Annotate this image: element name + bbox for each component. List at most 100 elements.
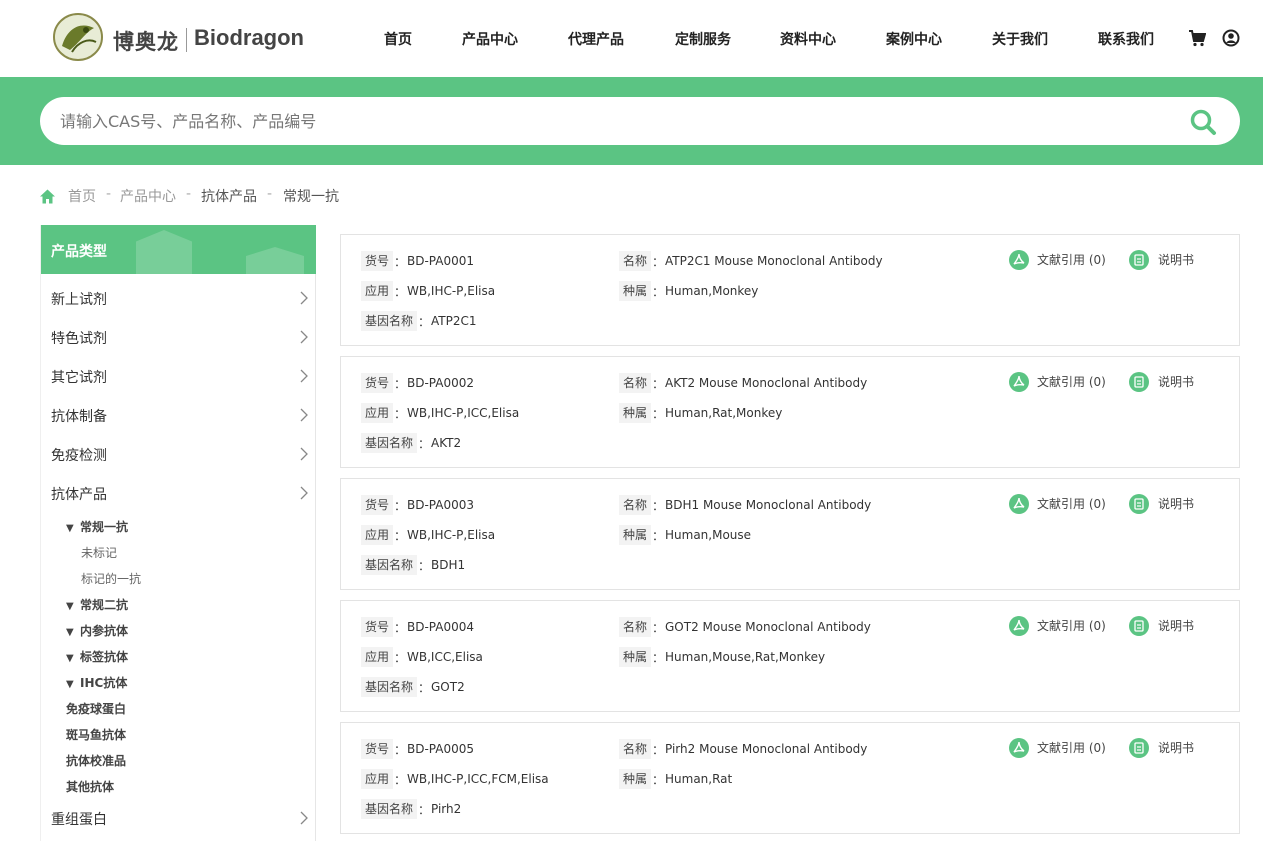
sidebar-sub-loading-control[interactable]: ▼ 内参抗体 [66, 622, 128, 639]
label-colon: ： [394, 529, 407, 543]
search-input[interactable] [60, 97, 1160, 145]
product-species: Human,Monkey [665, 284, 759, 298]
sidebar-sub-labeled-primary[interactable]: 标记的一抗 [81, 570, 141, 587]
gene-label: 基因名称 [361, 677, 418, 697]
sidebar-item-label: 抗体制备 [51, 409, 107, 425]
sidebar-item-other-reagents[interactable]: 其它试剂 [51, 365, 309, 389]
breadcrumb-antibody-products[interactable]: 抗体产品 [201, 186, 257, 206]
species-label: 种属 [619, 769, 652, 789]
nav-cases[interactable]: 案例中心 [886, 29, 942, 49]
product-card[interactable]: 货号： BD-PA0003 名称： BDH1 Mouse Monoclonal Ant… [340, 478, 1240, 590]
nav-agency-products[interactable]: 代理产品 [568, 29, 624, 49]
name-label: 名称 [619, 739, 652, 759]
product-applications: WB,IHC-P,Elisa [407, 284, 496, 298]
nav-resources[interactable]: 资料中心 [780, 29, 836, 49]
nav-custom-service[interactable]: 定制服务 [675, 29, 731, 49]
manual-link[interactable]: 说明书 [1158, 616, 1194, 636]
user-icon[interactable] [1222, 29, 1240, 47]
breadcrumb-separator: - [267, 186, 273, 202]
sidebar-item-recombinant-protein[interactable]: 重组蛋白 [51, 807, 309, 831]
name-label: 名称 [619, 495, 652, 515]
cart-icon[interactable] [1188, 29, 1206, 47]
sku-label: 货号 [361, 739, 394, 759]
product-name-link[interactable]: Pirh2 Mouse Monoclonal Antibody [665, 739, 867, 759]
manual-link[interactable]: 说明书 [1158, 372, 1194, 392]
manual-icon[interactable] [1129, 372, 1149, 392]
breadcrumb-separator: - [186, 186, 192, 202]
sidebar-sub-primary-antibody[interactable]: ▼ 常规一抗 [66, 518, 128, 535]
label-colon: ： [652, 529, 665, 543]
manual-link[interactable]: 说明书 [1158, 494, 1194, 514]
gene-label: 基因名称 [361, 555, 418, 575]
search-band [0, 77, 1263, 165]
nav-contact[interactable]: 联系我们 [1098, 29, 1154, 49]
manual-icon[interactable] [1129, 250, 1149, 270]
citations-link[interactable]: 文献引用 (0) [1037, 616, 1106, 636]
product-sku: BD-PA0002 [407, 376, 475, 390]
sidebar-item-featured-reagents[interactable]: 特色试剂 [51, 326, 309, 350]
biodragon-logo-icon[interactable] [52, 12, 104, 62]
manual-icon[interactable] [1129, 738, 1149, 758]
home-icon[interactable] [40, 189, 55, 204]
name-label: 名称 [619, 373, 652, 393]
pdf-icon[interactable] [1009, 372, 1029, 392]
label-colon: ： [394, 743, 407, 757]
sidebar-item-immunoassay[interactable]: 免疫检测 [51, 443, 309, 467]
product-species: Human,Rat,Monkey [665, 406, 783, 420]
product-card[interactable]: 货号： BD-PA0004 名称： GOT2 Mouse Monoclonal Ant… [340, 600, 1240, 712]
citations-link[interactable]: 文献引用 (0) [1037, 738, 1106, 758]
product-card[interactable]: 货号： BD-PA0005 名称： Pirh2 Mouse Monoclonal An… [340, 722, 1240, 834]
label-colon: ： [652, 743, 665, 757]
sidebar-header-decoration [136, 230, 192, 274]
sidebar-item-antibody-products[interactable]: 抗体产品 [51, 482, 309, 506]
label-colon: ： [418, 681, 431, 695]
name-label: 名称 [619, 251, 652, 271]
citations-link[interactable]: 文献引用 (0) [1037, 250, 1106, 270]
citations-link[interactable]: 文献引用 (0) [1037, 372, 1106, 392]
breadcrumb-home[interactable]: 首页 [68, 186, 96, 206]
search-icon[interactable] [1188, 107, 1218, 137]
pdf-icon[interactable] [1009, 250, 1029, 270]
product-card[interactable]: 货号： BD-PA0001 名称： ATP2C1 Mouse Monoclonal A… [340, 234, 1240, 346]
sidebar-sub-label: 常规二抗 [80, 598, 129, 612]
sidebar-sub-antibody-calibrator[interactable]: 抗体校准品 [66, 752, 126, 769]
pdf-icon[interactable] [1009, 738, 1029, 758]
product-name-link[interactable]: AKT2 Mouse Monoclonal Antibody [665, 373, 867, 393]
manual-link[interactable]: 说明书 [1158, 738, 1194, 758]
sidebar-sub-other-antibody[interactable]: 其他抗体 [66, 778, 114, 795]
sidebar-item-antibody-preparation[interactable]: 抗体制备 [51, 404, 309, 428]
manual-link[interactable]: 说明书 [1158, 250, 1194, 270]
label-colon: ： [652, 499, 665, 513]
product-name-link[interactable]: ATP2C1 Mouse Monoclonal Antibody [665, 251, 883, 271]
gene-label: 基因名称 [361, 433, 418, 453]
manual-icon[interactable] [1129, 616, 1149, 636]
label-colon: ： [652, 773, 665, 787]
citations-link[interactable]: 文献引用 (0) [1037, 494, 1106, 514]
nav-products[interactable]: 产品中心 [462, 29, 518, 49]
sidebar-item-label: 抗体产品 [51, 487, 107, 503]
product-species: Human,Mouse [665, 528, 752, 542]
product-gene: ATP2C1 [431, 314, 477, 328]
product-name-link[interactable]: GOT2 Mouse Monoclonal Antibody [665, 617, 871, 637]
manual-icon[interactable] [1129, 494, 1149, 514]
sidebar-item-new-reagents[interactable]: 新上试剂 [51, 287, 309, 311]
pdf-icon[interactable] [1009, 616, 1029, 636]
product-name-link[interactable]: BDH1 Mouse Monoclonal Antibody [665, 495, 871, 515]
sidebar-sub-ihc-antibody[interactable]: ▼ IHC抗体 [66, 674, 127, 691]
breadcrumb-products[interactable]: 产品中心 [120, 186, 176, 206]
nav-about[interactable]: 关于我们 [992, 29, 1048, 49]
nav-home[interactable]: 首页 [384, 29, 412, 49]
sidebar-sub-zebrafish-antibody[interactable]: 斑马鱼抗体 [66, 726, 126, 743]
sidebar-sub-unlabeled[interactable]: 未标记 [81, 544, 117, 561]
brand-separator [186, 28, 187, 52]
sidebar-sub-immunoglobulin[interactable]: 免疫球蛋白 [66, 700, 126, 717]
label-colon: ： [394, 621, 407, 635]
sidebar-sub-secondary-antibody[interactable]: ▼ 常规二抗 [66, 596, 128, 613]
product-card[interactable]: 货号： BD-PA0002 名称： AKT2 Mouse Monoclonal Ant… [340, 356, 1240, 468]
triangle-down-icon: ▼ [66, 601, 74, 612]
pdf-icon[interactable] [1009, 494, 1029, 514]
sidebar-sub-tag-antibody[interactable]: ▼ 标签抗体 [66, 648, 128, 665]
chevron-right-icon [300, 330, 308, 344]
chevron-right-icon [300, 408, 308, 422]
gene-label: 基因名称 [361, 311, 418, 331]
